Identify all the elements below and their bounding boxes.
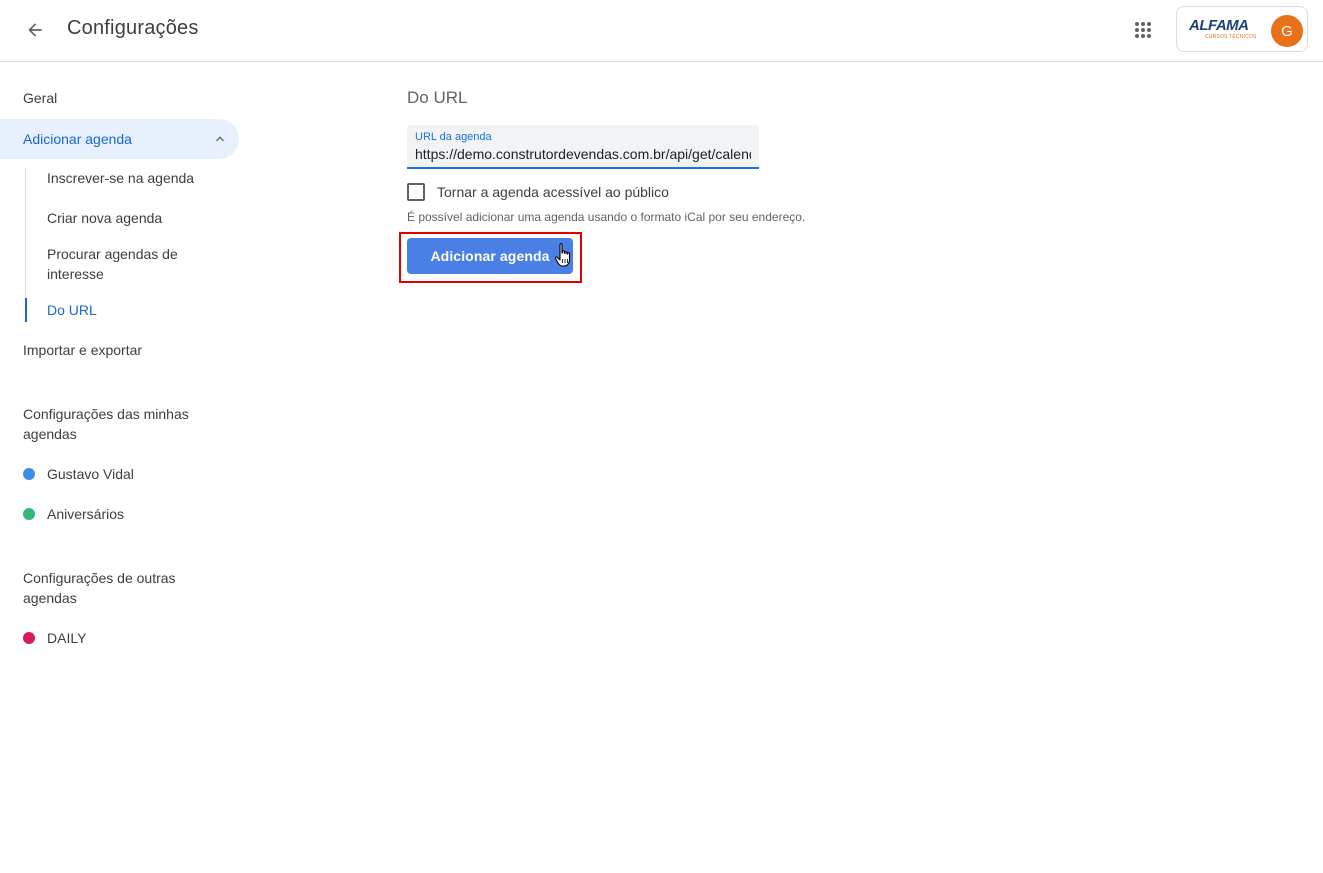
apps-grid-icon xyxy=(1135,22,1151,38)
sidebar-item-general[interactable]: Geral xyxy=(23,88,57,108)
url-field-value[interactable]: https://demo.construtordevendas.com.br/a… xyxy=(415,146,751,162)
sidebar-item-label: Adicionar agenda xyxy=(23,131,132,147)
calendar-color-dot xyxy=(23,468,35,480)
calendar-label: Aniversários xyxy=(47,506,125,522)
calendar-color-dot xyxy=(23,508,35,520)
calendar-color-dot xyxy=(23,632,35,644)
page-title: Configurações xyxy=(67,17,199,39)
google-apps-button[interactable] xyxy=(1125,12,1161,48)
brand-tagline: CURSOS TÉCNICOS xyxy=(1205,34,1257,40)
brand-logo: ALFAMA CURSOS TÉCNICOS xyxy=(1189,17,1259,43)
public-access-label[interactable]: Tornar a agenda acessível ao público xyxy=(437,183,669,201)
calendar-label: DAILY xyxy=(47,630,87,646)
submenu-active-indicator xyxy=(25,298,27,322)
calendar-url-field[interactable]: URL da agenda https://demo.construtordev… xyxy=(407,125,759,169)
arrow-back-icon xyxy=(28,23,42,37)
sidebar-item-create-new[interactable]: Criar nova agenda xyxy=(47,208,217,228)
my-calendars-heading: Configurações das minhas agendas xyxy=(23,406,189,442)
hand-pointer-cursor-icon xyxy=(554,243,571,267)
top-app-bar: Configurações ALFAMA CURSOS TÉCNICOS G xyxy=(0,0,1323,62)
chevron-up-icon xyxy=(216,136,224,142)
section-title: Do URL xyxy=(407,88,468,107)
url-field-label: URL da agenda xyxy=(415,131,492,143)
brand-name: ALFAMA xyxy=(1189,17,1249,34)
helper-text: É possível adicionar uma agenda usando o… xyxy=(407,210,806,224)
calendar-label: Gustavo Vidal xyxy=(47,466,134,482)
sidebar-item-browse-interest[interactable]: Procurar agendas de interesse xyxy=(47,244,217,284)
back-button[interactable] xyxy=(17,12,53,48)
sidebar-item-subscribe[interactable]: Inscrever-se na agenda xyxy=(47,168,217,188)
account-switcher[interactable]: ALFAMA CURSOS TÉCNICOS G xyxy=(1176,6,1308,52)
other-calendars-heading: Configurações de outras agendas xyxy=(23,570,176,606)
public-access-checkbox[interactable] xyxy=(407,183,425,201)
sidebar-item-add-calendar[interactable]: Adicionar agenda xyxy=(0,119,239,159)
sidebar-item-from-url[interactable]: Do URL xyxy=(47,300,217,320)
add-calendar-button[interactable]: Adicionar agenda xyxy=(407,238,573,274)
sidebar-item-import-export[interactable]: Importar e exportar xyxy=(23,340,142,360)
avatar[interactable]: G xyxy=(1271,15,1303,47)
